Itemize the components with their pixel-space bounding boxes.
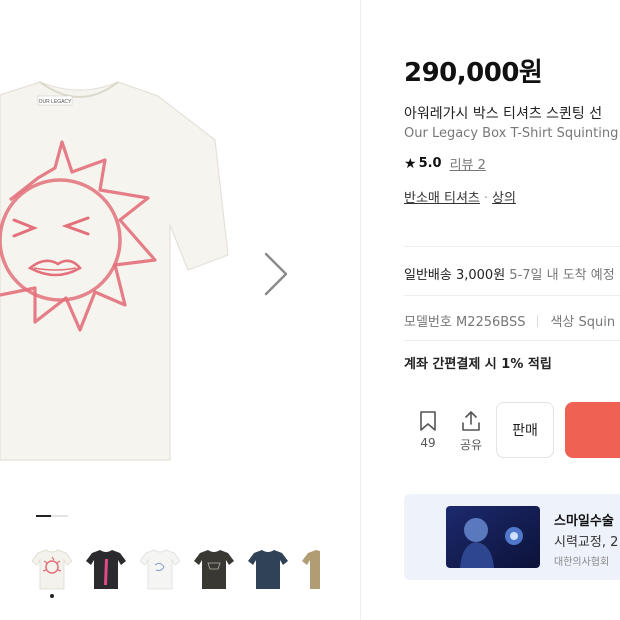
section-divider: [404, 295, 620, 296]
star-icon: ★: [404, 155, 417, 172]
model-number: 모델번호 M2256BSS: [404, 315, 526, 330]
shirt-tag-text: OUR LEGACY: [39, 99, 72, 105]
info-separator: [537, 314, 539, 327]
thumbnail-pink-figure-black[interactable]: [86, 545, 126, 591]
model-info: 모델번호 M2256BSS 색상 Squin: [404, 311, 615, 330]
ad-subtitle: 시력교정, 2: [554, 535, 619, 550]
buy-button[interactable]: [565, 402, 620, 458]
ad-footnote: 대한의사협회: [554, 557, 610, 568]
chevron-right-icon[interactable]: [258, 250, 292, 298]
section-divider: [404, 340, 620, 341]
ad-title: 스마일수술: [554, 514, 614, 529]
bookmark-count: 49: [420, 436, 436, 450]
thumbnail-khaki-tee[interactable]: [302, 545, 320, 591]
bookmark-icon: [420, 411, 436, 431]
gallery-progress-fill: [36, 515, 51, 517]
product-title-korean: 아워레가시 박스 티셔츠 스퀸팅 선: [404, 106, 603, 122]
breadcrumb: 반소매 티셔츠 · 상의: [404, 187, 516, 206]
sell-button[interactable]: 판매: [496, 402, 554, 458]
thumbnail-white-graphic[interactable]: [140, 545, 180, 591]
rating-score: 5.0: [418, 156, 442, 171]
breadcrumb-separator: ·: [483, 191, 489, 206]
shipping-eta: 5-7일 내 도착 예정: [509, 268, 615, 283]
payment-promo: 계좌 간편결제 시 1% 적립: [404, 357, 552, 372]
shipping-info: 일반배송 3,000원 5-7일 내 도착 예정: [404, 264, 615, 283]
shipping-fee: 일반배송 3,000원: [404, 268, 506, 283]
share-icon: [462, 411, 480, 431]
review-link[interactable]: 리뷰 2: [450, 154, 486, 173]
product-gallery: OUR LEGACY: [0, 0, 340, 620]
category-link-tops[interactable]: 상의: [492, 191, 516, 206]
color-info: 색상 Squin: [550, 315, 616, 330]
ad-banner[interactable]: 스마일수술 시력교정, 2 대한의사협회: [404, 494, 620, 580]
bookmark-button[interactable]: 49: [408, 410, 448, 450]
panel-divider: [360, 0, 361, 620]
section-divider: [404, 246, 620, 247]
ad-image: [446, 506, 540, 568]
category-link-short-sleeve[interactable]: 반소매 티셔츠: [404, 191, 480, 206]
product-price: 290,000원: [404, 58, 543, 88]
share-button[interactable]: 공유: [451, 410, 491, 453]
product-title-english: Our Legacy Box T-Shirt Squinting S: [404, 126, 620, 141]
active-thumbnail-indicator: [50, 594, 54, 598]
share-label: 공유: [459, 438, 483, 452]
main-product-image[interactable]: OUR LEGACY: [0, 60, 250, 470]
thumbnail-black-graphic[interactable]: [194, 545, 234, 591]
rating-row: ★ 5.0 리뷰 2: [404, 154, 486, 174]
thumbnail-navy-tee[interactable]: [248, 545, 288, 591]
thumbnail-sun-print-white[interactable]: [32, 545, 72, 591]
